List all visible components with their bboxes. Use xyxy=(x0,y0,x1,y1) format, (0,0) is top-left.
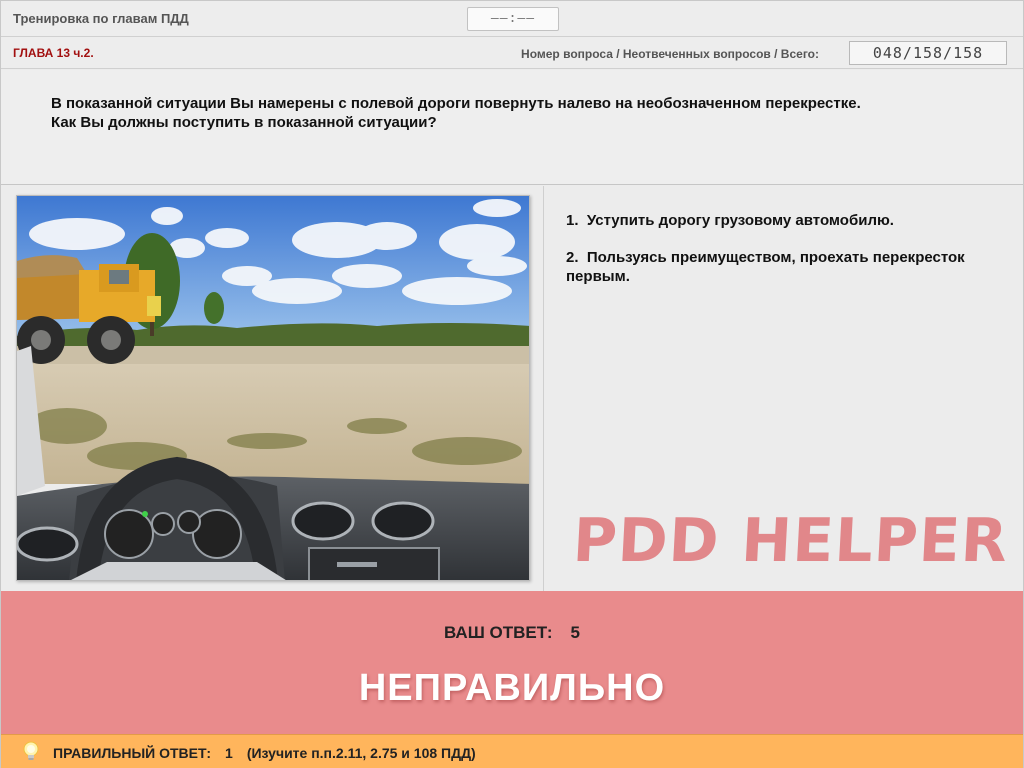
answer-option-2[interactable]: 2. Пользуясь преимуществом, проехать пер… xyxy=(566,248,1006,286)
answer-text: Пользуясь преимуществом, проехать перекр… xyxy=(566,249,965,285)
result-panel: ВАШ ОТВЕТ: 5 НЕПРАВИЛЬНО xyxy=(1,591,1023,734)
lightbulb-icon xyxy=(21,741,41,763)
answer-option-1[interactable]: 1. Уступить дорогу грузовому автомобилю. xyxy=(566,211,1006,230)
correct-answer-text: ПРАВИЛЬНЫЙ ОТВЕТ: 1 (Изучите п.п.2.11, 2.7… xyxy=(53,745,476,761)
question-text: В показанной ситуации Вы намерены с поле… xyxy=(51,95,861,131)
question-panel: В показанной ситуации Вы намерены с поле… xyxy=(1,70,1023,185)
chapter-bar: ГЛАВА 13 ч.2. Номер вопроса / Неотвеченн… xyxy=(1,37,1023,69)
hint-text: (Изучите п.п.2.11, 2.75 и 108 ПДД) xyxy=(246,745,476,761)
verdict-text: НЕПРАВИЛЬНО xyxy=(358,667,666,709)
content-area: 1. Уступить дорогу грузовому автомобилю.… xyxy=(1,186,1023,591)
correct-answer-value: 1 xyxy=(225,745,233,761)
your-answer: ВАШ ОТВЕТ: 5 xyxy=(1,623,1023,643)
answer-number: 1. xyxy=(566,212,579,229)
watermark-logo: PDD HELPER xyxy=(571,506,1010,576)
title-bar: Тренировка по главам ПДД ——:—— xyxy=(1,1,1023,37)
your-answer-value: 5 xyxy=(570,623,581,642)
correct-answer-label: ПРАВИЛЬНЫЙ ОТВЕТ: xyxy=(53,745,212,761)
answer-number: 2. xyxy=(566,249,579,266)
answer-list: 1. Уступить дорогу грузовому автомобилю.… xyxy=(566,211,1006,304)
question-counter-label: Номер вопроса / Неотвеченных вопросов / … xyxy=(521,47,819,61)
app-window: Тренировка по главам ПДД ——:—— ГЛАВА 13 … xyxy=(0,0,1024,768)
answer-text: Уступить дорогу грузовому автомобилю. xyxy=(586,212,894,229)
timer-display: ——:—— xyxy=(467,7,559,31)
your-answer-label: ВАШ ОТВЕТ: xyxy=(443,623,553,642)
picture-pane xyxy=(1,186,544,591)
correct-answer-bar: ПРАВИЛЬНЫЙ ОТВЕТ: 1 (Изучите п.п.2.11, 2.7… xyxy=(1,734,1023,768)
chapter-title: ГЛАВА 13 ч.2. xyxy=(13,46,94,60)
question-counter: 048/158/158 xyxy=(849,41,1007,65)
question-illustration xyxy=(16,195,530,581)
app-title: Тренировка по главам ПДД xyxy=(13,11,189,26)
